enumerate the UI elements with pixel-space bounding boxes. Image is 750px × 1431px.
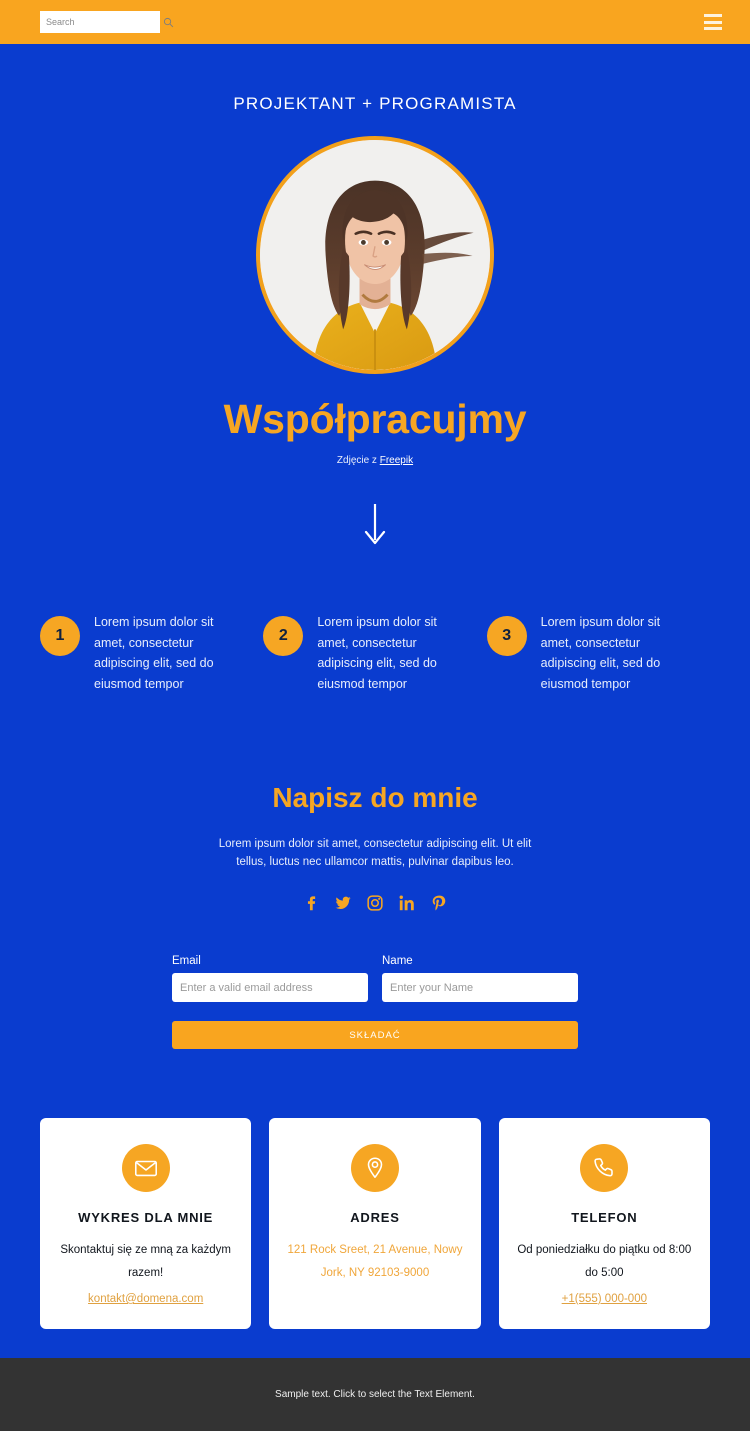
photo-credit-link[interactable]: Freepik	[380, 455, 413, 466]
facebook-icon[interactable]	[302, 894, 320, 912]
info-card-address: ADRES 121 Rock Sreet, 21 Avenue, Nowy Jo…	[269, 1118, 481, 1329]
photo-credit: Zdjęcie z Freepik	[0, 455, 750, 466]
form-fields-row: Email Name	[172, 955, 578, 1002]
card-title: TELEFON	[571, 1210, 638, 1225]
linkedin-icon[interactable]	[398, 894, 416, 912]
portrait-avatar	[256, 136, 494, 374]
card-body: Skontaktuj się ze mną za każdym razem!	[60, 1244, 231, 1279]
submit-button[interactable]: SKŁADAĆ	[172, 1021, 578, 1049]
card-phone-link[interactable]: +1(555) 000-000	[562, 1293, 647, 1305]
step-number-badge: 1	[40, 616, 80, 656]
step-item: 1 Lorem ipsum dolor sit amet, consectetu…	[40, 612, 263, 695]
twitter-icon[interactable]	[334, 894, 352, 912]
name-input[interactable]	[382, 973, 578, 1002]
portrait-photo	[260, 140, 490, 370]
info-card-email: WYKRES DLA MNIE Skontaktuj się ze mną za…	[40, 1118, 252, 1329]
pinterest-icon[interactable]	[430, 894, 448, 912]
info-cards-row: WYKRES DLA MNIE Skontaktuj się ze mną za…	[40, 1118, 710, 1329]
email-label: Email	[172, 955, 201, 967]
steps-row: 1 Lorem ipsum dolor sit amet, consectetu…	[0, 612, 750, 695]
card-title: ADRES	[350, 1210, 400, 1225]
email-input[interactable]	[172, 973, 368, 1002]
social-links	[0, 894, 750, 912]
footer-text[interactable]: Sample text. Click to select the Text El…	[275, 1389, 475, 1400]
step-number-badge: 3	[486, 616, 527, 656]
map-pin-icon	[350, 1144, 399, 1192]
hero-section: PROJEKTANT + PROGRAMISTA Współpracujmy Z…	[0, 44, 750, 548]
step-text: Lorem ipsum dolor sit amet, consectetur …	[317, 615, 437, 691]
card-body: Od poniedziałku do piątku od 8:00 do 5:0…	[517, 1244, 692, 1279]
step-item: 3 Lorem ipsum dolor sit amet, consectetu…	[486, 612, 710, 695]
name-label: Name	[382, 955, 413, 967]
step-number-badge: 2	[263, 616, 304, 656]
phone-icon	[580, 1144, 629, 1192]
card-title: WYKRES DLA MNIE	[78, 1210, 214, 1225]
search-box[interactable]	[40, 11, 174, 33]
info-card-phone: TELEFON Od poniedziałku do piątku od 8:0…	[498, 1118, 710, 1329]
contact-form: Email Name SKŁADAĆ	[172, 955, 578, 1049]
hero-eyebrow: PROJEKTANT + PROGRAMISTA	[233, 94, 517, 113]
contact-title: Napisz do mnie	[272, 782, 478, 813]
hamburger-bar	[704, 14, 722, 17]
instagram-icon[interactable]	[366, 894, 384, 912]
email-field-group: Email	[172, 955, 368, 1002]
name-field-group: Name	[382, 955, 578, 1002]
step-item: 2 Lorem ipsum dolor sit amet, consectetu…	[263, 612, 486, 695]
card-body: 121 Rock Sreet, 21 Avenue, Nowy Jork, NY…	[287, 1244, 463, 1279]
step-text: Lorem ipsum dolor sit amet, consectetur …	[540, 615, 661, 691]
page-title: Współpracujmy	[223, 396, 527, 442]
contact-section: Napisz do mnie Lorem ipsum dolor sit ame…	[0, 782, 750, 912]
arrow-down-icon[interactable]	[355, 500, 395, 548]
hamburger-bar	[704, 20, 722, 24]
page-root: PROJEKTANT + PROGRAMISTA	[0, 0, 750, 1431]
card-email-link[interactable]: kontakt@domena.com	[88, 1293, 203, 1305]
photo-credit-prefix: Zdjęcie z	[336, 455, 380, 466]
hamburger-bar	[704, 27, 722, 30]
top-bar	[0, 0, 750, 44]
search-input[interactable]	[46, 17, 163, 27]
search-icon[interactable]	[163, 17, 174, 28]
footer: Sample text. Click to select the Text El…	[0, 1358, 750, 1431]
contact-subtitle: Lorem ipsum dolor sit amet, consectetur …	[218, 838, 532, 868]
step-text: Lorem ipsum dolor sit amet, consectetur …	[94, 615, 214, 691]
envelope-icon	[121, 1144, 170, 1192]
hamburger-menu-icon[interactable]	[704, 14, 722, 30]
